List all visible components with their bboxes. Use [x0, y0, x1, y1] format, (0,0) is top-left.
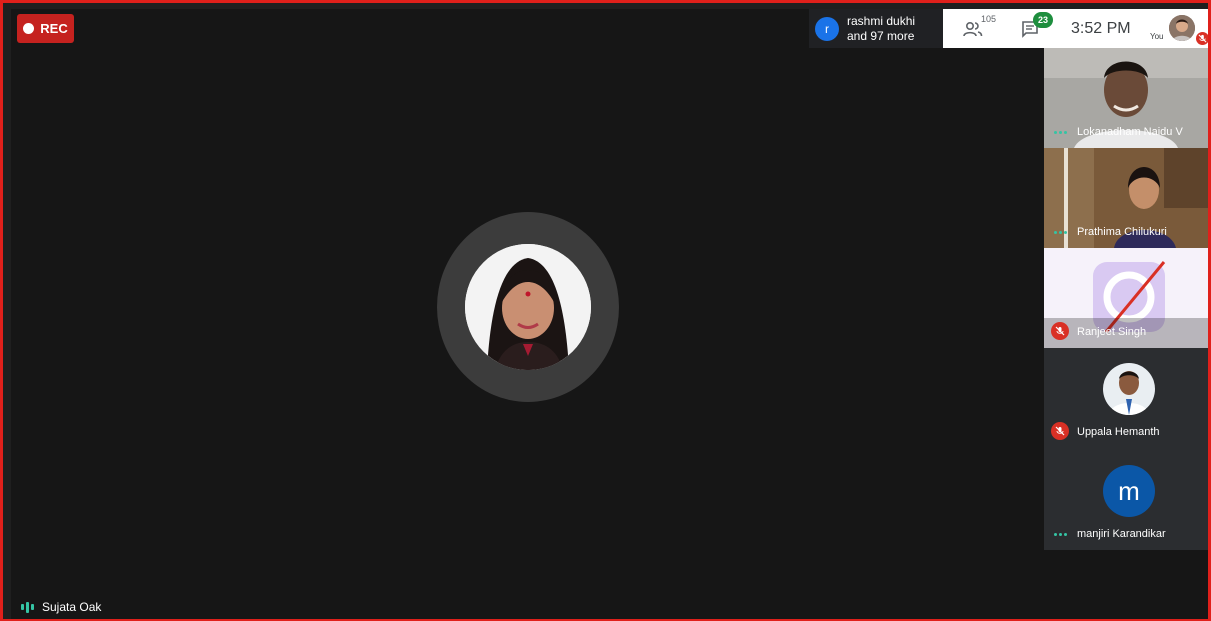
- participant-tile[interactable]: Prathima Chilukuri: [1044, 148, 1208, 248]
- speaker-portrait: [465, 244, 591, 370]
- main-speaker-tile[interactable]: [437, 212, 619, 402]
- clock: 3:52 PM: [1071, 19, 1131, 37]
- join-avatar: r: [815, 16, 839, 41]
- join-text: rashmi dukhi and 97 more: [847, 14, 915, 44]
- muted-mic-icon: [1051, 322, 1069, 340]
- participant-letter-avatar: m: [1103, 465, 1155, 517]
- main-speaker-avatar: [465, 244, 591, 370]
- record-dot-icon: [23, 23, 35, 34]
- main-speaker-name: Sujata Oak: [42, 600, 102, 614]
- muted-mic-icon: [1051, 422, 1069, 440]
- self-avatar: [1169, 15, 1195, 41]
- recording-badge[interactable]: REC: [17, 14, 74, 43]
- chat-badge: 23: [1033, 11, 1053, 28]
- self-muted-icon: [1196, 32, 1208, 45]
- self-portrait: [1169, 15, 1195, 41]
- participant-name: Prathima Chilukuri: [1077, 226, 1167, 238]
- participant-name: Lokanadham Naidu V: [1077, 126, 1183, 138]
- recording-label: REC: [40, 21, 68, 36]
- speaking-indicator-icon: [1054, 231, 1067, 234]
- people-icon: [963, 21, 983, 36]
- participant-name: Uppala Hemanth: [1077, 426, 1160, 438]
- audio-level-icon: [21, 601, 34, 613]
- participant-tile[interactable]: Uppala Hemanth: [1044, 348, 1208, 448]
- join-line-1: rashmi dukhi: [847, 13, 916, 28]
- participants-button[interactable]: 105: [963, 14, 996, 38]
- participant-avatar: [1103, 363, 1155, 415]
- join-line-2: and 97 more: [847, 28, 915, 43]
- chat-button[interactable]: 23: [1021, 11, 1053, 38]
- meeting-window: REC Sujata Oak r rashmi dukhi and 97 mor…: [0, 0, 1211, 621]
- join-notification[interactable]: r rashmi dukhi and 97 more: [809, 9, 943, 48]
- participant-tile[interactable]: Ranjeet Singh: [1044, 248, 1208, 348]
- speaking-indicator-icon: [1054, 131, 1067, 134]
- meeting-toolbar: 105 23 3:52 PM You: [943, 9, 1208, 48]
- participant-tile[interactable]: m manjiri Karandikar: [1044, 448, 1208, 550]
- self-view[interactable]: You: [1150, 13, 1208, 45]
- participant-name: Ranjeet Singh: [1077, 326, 1147, 338]
- participant-tile[interactable]: Lokanadham Naidu V: [1044, 48, 1208, 148]
- main-speaker-label: Sujata Oak: [21, 600, 101, 614]
- self-label: You: [1150, 32, 1164, 41]
- participants-count: 105: [981, 13, 997, 24]
- participant-name: manjiri Karandikar: [1077, 528, 1166, 540]
- speaking-indicator-icon: [1054, 533, 1067, 536]
